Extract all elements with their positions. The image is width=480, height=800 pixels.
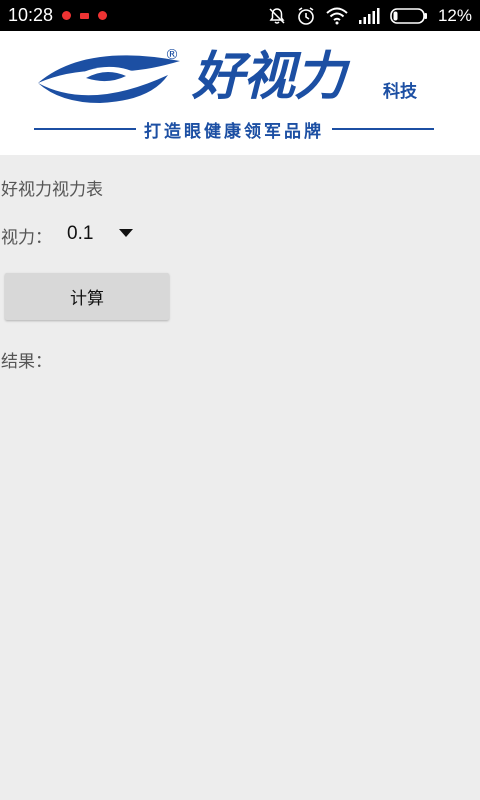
slogan-row: 打造眼健康领军品牌	[34, 116, 434, 142]
vision-value: 0.1	[67, 223, 94, 244]
brand-banner: ® 好视力 科技 打造眼健康领军品牌	[0, 31, 480, 155]
bell-muted-icon	[269, 7, 285, 24]
notification-icon	[80, 12, 90, 19]
brand-suffix: 科技	[383, 82, 417, 102]
signal-icon	[358, 7, 380, 24]
status-bar: 10:28 12%	[0, 0, 480, 31]
slogan-divider	[332, 128, 434, 130]
slogan-divider	[34, 128, 136, 130]
registered-mark: ®	[165, 47, 179, 63]
vision-spinner[interactable]: 0.1	[64, 216, 144, 252]
dropdown-arrow-icon	[119, 229, 133, 237]
vision-label: 视力：	[1, 228, 52, 248]
alarm-icon	[298, 6, 314, 25]
status-left: 10:28	[8, 5, 108, 26]
notification-icon	[62, 11, 72, 20]
notification-icon	[98, 11, 108, 20]
battery-percent: 12%	[437, 5, 472, 25]
status-time: 10:28	[8, 5, 54, 25]
brand-name: 好视力	[192, 47, 346, 107]
app-screen: 10:28 12% ® 好视力 科技 打造眼健康领军品牌 好视力视力表 视力： …	[0, 0, 480, 800]
page-title: 好视力视力表	[1, 180, 103, 200]
status-right: 12%	[268, 6, 472, 26]
wifi-icon	[326, 7, 348, 24]
calculate-button[interactable]: 计算	[5, 273, 169, 320]
battery-icon	[390, 7, 427, 24]
slogan: 打造眼健康领军品牌	[144, 121, 324, 142]
result-label: 结果：	[1, 352, 52, 372]
